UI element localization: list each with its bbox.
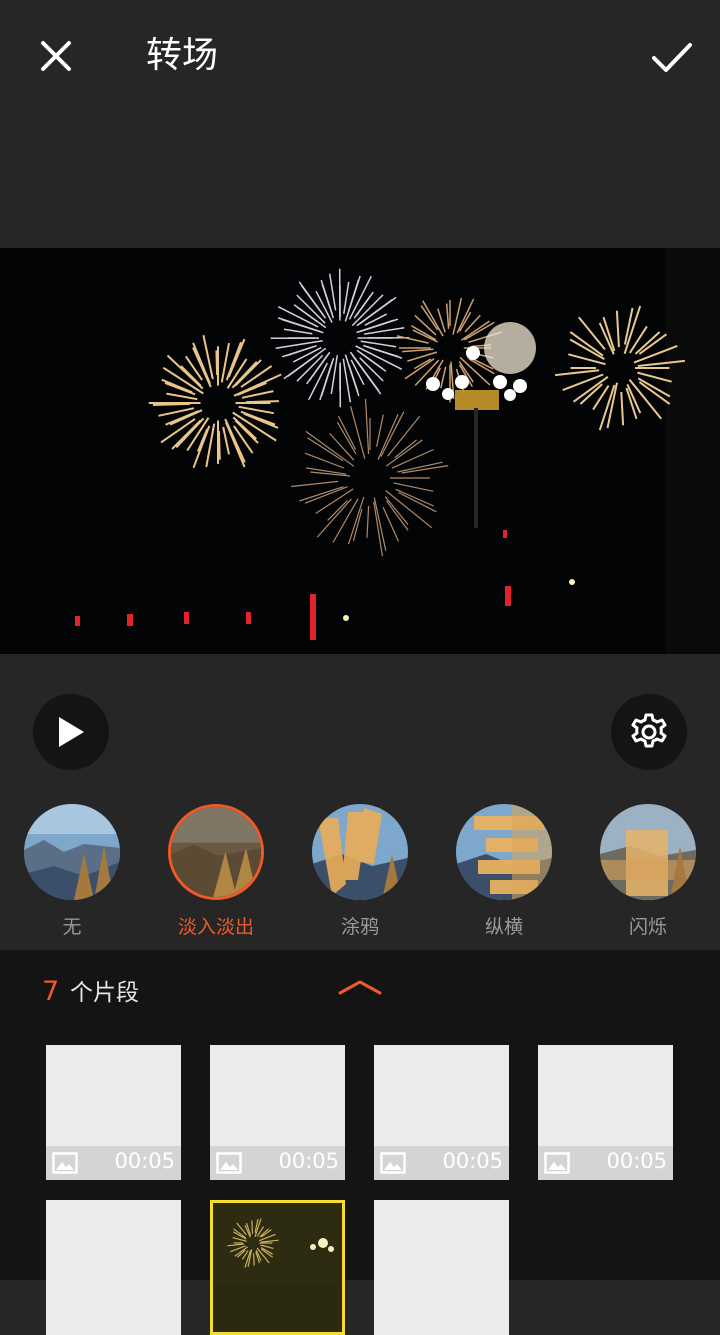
clip-duration: 00:05 — [606, 1149, 667, 1173]
fireworks-thumb — [213, 1203, 342, 1283]
close-icon — [39, 39, 73, 73]
transition-label: 无 — [12, 912, 132, 939]
image-icon — [380, 1151, 406, 1175]
settings-button[interactable] — [611, 694, 687, 770]
play-button[interactable] — [33, 694, 109, 770]
clip-info-bar: 00:05 — [210, 1146, 345, 1180]
image-icon — [52, 1151, 78, 1175]
transition-thumb — [600, 804, 696, 900]
transition-graffiti[interactable]: 涂鸦 — [300, 802, 420, 942]
clip-thumbnail[interactable]: 00:05 — [46, 1045, 181, 1180]
top-bar: 转场 — [0, 0, 720, 248]
clip-thumbnail[interactable]: 00:05 — [374, 1045, 509, 1180]
clip-duration: 00:05 — [442, 1149, 503, 1173]
clip-count: 7 — [42, 976, 59, 1007]
clip-info-bar: 00:05 — [46, 1146, 181, 1180]
checkmark-icon — [651, 41, 693, 75]
transition-thumb — [24, 804, 120, 900]
clip-thumbnail[interactable] — [46, 1200, 181, 1335]
transition-thumb — [312, 804, 408, 900]
clip-duration: 00:05 — [114, 1149, 175, 1173]
transition-label: 纵横 — [444, 912, 564, 939]
image-icon — [216, 1151, 242, 1175]
clip-thumbnail-selected[interactable] — [210, 1200, 345, 1335]
clip-thumbnail[interactable] — [374, 1200, 509, 1335]
transition-fade[interactable]: 淡入淡出 — [156, 802, 276, 942]
clip-duration: 00:05 — [278, 1149, 339, 1173]
image-icon — [544, 1151, 570, 1175]
chevron-up-icon — [337, 978, 383, 996]
transition-thumb — [456, 804, 552, 900]
clip-info-bar: 00:05 — [538, 1146, 673, 1180]
transition-grid[interactable]: 纵横 — [444, 802, 564, 942]
confirm-button[interactable] — [644, 30, 700, 86]
clips-panel: 7 个片段 00:05 00:05 — [0, 950, 720, 1280]
page-title: 转场 — [146, 34, 218, 78]
transition-thumb — [168, 804, 264, 900]
clip-info-bar: 00:05 — [374, 1146, 509, 1180]
expand-clips-button[interactable] — [336, 972, 384, 1002]
transition-none[interactable]: 无 — [12, 802, 132, 942]
transition-label: 涂鸦 — [300, 912, 420, 939]
transition-label: 闪烁 — [588, 912, 708, 939]
gear-icon — [629, 712, 669, 752]
transition-flash[interactable]: 闪烁 — [588, 802, 708, 942]
clip-count-label: 个片段 — [70, 976, 139, 1010]
clip-thumbnail[interactable]: 00:05 — [538, 1045, 673, 1180]
transition-label: 淡入淡出 — [156, 912, 276, 939]
fireworks-frame — [0, 248, 720, 654]
close-button[interactable] — [30, 30, 82, 82]
video-preview[interactable] — [0, 248, 720, 654]
transition-controls: 无 淡入淡出 涂鸦 — [0, 654, 720, 950]
transition-list: 无 淡入淡出 涂鸦 — [0, 802, 720, 942]
play-icon — [56, 715, 86, 749]
clip-thumbnail[interactable]: 00:05 — [210, 1045, 345, 1180]
